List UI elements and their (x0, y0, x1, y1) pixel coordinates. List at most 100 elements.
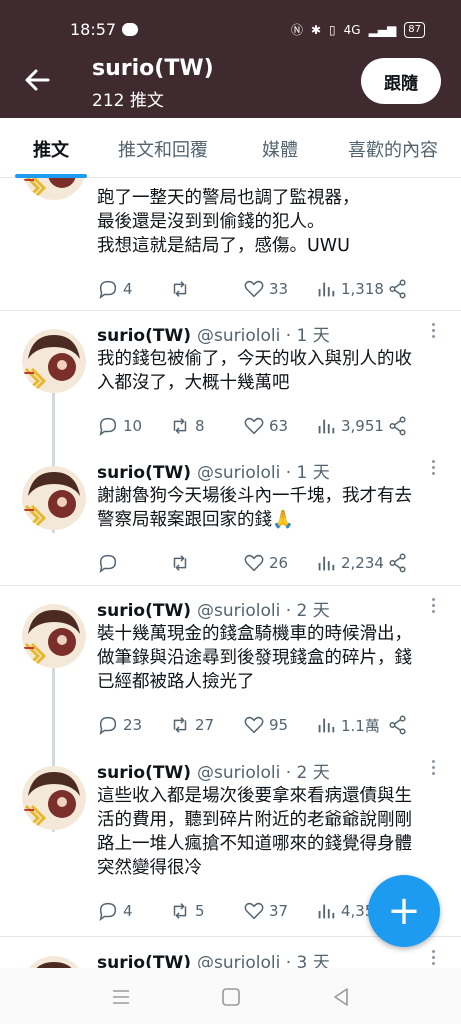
views-button[interactable]: 1,318 (315, 278, 384, 300)
reply-button[interactable]: 4 (97, 900, 133, 922)
reply-count: 4 (123, 280, 133, 298)
nfc-icon: Ⓝ (290, 23, 303, 37)
tweet-header[interactable]: surio(TW) @suriololi · 2 天 (97, 596, 330, 621)
avatar[interactable] (22, 329, 86, 393)
recent-apps-icon[interactable] (110, 986, 132, 1008)
tweet-text-line: 警察局報案跟回家的錢🙏 (97, 510, 294, 530)
more-options-icon[interactable] (430, 950, 438, 968)
tweet-text-line: 做筆錄與沿途尋到後發現錢盒的碎片，錢 (97, 648, 412, 668)
tweet-text-line: 我想這就是結局了，感傷。UWU (97, 236, 350, 256)
more-options-icon[interactable] (430, 760, 438, 778)
profile-tabs: 推文 推文和回覆 媒體 喜歡的內容 (0, 118, 461, 178)
views-button[interactable]: 2,234 (315, 552, 384, 574)
tweet-actions: 23 27 95 1.1萬 (97, 714, 442, 740)
views-button[interactable]: 1.1萬 (315, 714, 380, 736)
tweet-author-name[interactable]: surio(TW) (97, 326, 191, 346)
tweet-author-name[interactable]: surio(TW) (97, 601, 191, 621)
share-button[interactable] (387, 714, 409, 736)
more-options-icon[interactable] (430, 598, 438, 616)
tweet-header[interactable]: surio(TW) @suriololi · 2 天 (97, 758, 330, 783)
tweet-handle-time: @suriololi · 2 天 (197, 601, 330, 621)
tweet-actions: 26 2,234 (97, 552, 442, 578)
like-button[interactable]: 33 (243, 278, 288, 300)
share-button[interactable] (387, 278, 409, 300)
retweet-count: 8 (195, 417, 205, 435)
retweet-button[interactable] (169, 552, 195, 574)
tweet-text: 我的錢包被偷了，今天的收入與別人的收 入都沒了，大概十幾萬吧 (97, 347, 447, 395)
battery-level: 87 (408, 23, 421, 35)
follow-button[interactable]: 跟隨 (361, 58, 441, 104)
retweet-button[interactable]: 8 (169, 415, 205, 437)
like-count: 95 (269, 716, 289, 734)
share-button[interactable] (387, 415, 409, 437)
views-count: 1,318 (341, 280, 384, 298)
tweet-header[interactable]: surio(TW) @suriololi · 1 天 (97, 321, 330, 346)
more-options-icon[interactable] (430, 323, 438, 341)
tweet-author-name[interactable]: surio(TW) (97, 953, 191, 968)
like-button[interactable]: 95 (243, 714, 288, 736)
tweet-divider (0, 310, 461, 311)
tweet-text-line: 入都沒了，大概十幾萬吧 (97, 373, 290, 393)
share-button[interactable] (387, 552, 409, 574)
views-count: 2,234 (341, 554, 384, 572)
views-button[interactable]: 4,35 (315, 900, 374, 922)
tweet-text-line: 這些收入都是場次後要拿來看病還債與生 (97, 786, 412, 806)
avatar[interactable] (22, 766, 86, 830)
tab-posts-and-replies[interactable]: 推文和回覆 (118, 136, 208, 162)
tweet-text-line: 跑了一整天的警局也調了監視器， (97, 188, 360, 208)
tweet-text-line: 路上一堆人瘋搶不知道哪來的錢覺得身體 (97, 834, 412, 854)
status-icons: Ⓝ ✱ ▯ 4G ▂▄▆ 87 (291, 21, 425, 38)
views-button[interactable]: 3,951 (315, 415, 384, 437)
tweet-author-name[interactable]: surio(TW) (97, 763, 191, 783)
profile-header: 18:57 Ⓝ ✱ ▯ 4G ▂▄▆ 87 surio(TW) 212 推文 跟… (0, 0, 461, 118)
tweet-author-name[interactable]: surio(TW) (97, 463, 191, 483)
like-button[interactable]: 26 (243, 552, 288, 574)
tab-likes[interactable]: 喜歡的內容 (348, 136, 438, 162)
retweet-button[interactable]: 5 (169, 900, 205, 922)
chat-notification-icon (122, 23, 138, 36)
status-time: 18:57 (70, 20, 117, 39)
home-icon[interactable] (220, 986, 242, 1008)
vibrate-icon: ▯ (329, 22, 336, 37)
avatar[interactable] (22, 956, 86, 968)
compose-tweet-button[interactable]: + (368, 875, 440, 947)
tweet-text-line: 我的錢包被偷了，今天的收入與別人的收 (97, 349, 412, 369)
tab-media[interactable]: 媒體 (262, 136, 298, 162)
signal-icon: ▂▄▆ (368, 22, 397, 37)
avatar[interactable] (22, 178, 86, 200)
status-bar: 18:57 Ⓝ ✱ ▯ 4G ▂▄▆ 87 (0, 14, 461, 48)
tweet-text: 跑了一整天的警局也調了監視器， 最後還是沒到到偷錢的犯人。我想這就是結局了，感傷。… (97, 186, 447, 258)
like-count: 37 (269, 902, 289, 920)
reply-button[interactable]: 4 (97, 278, 133, 300)
back-arrow-icon[interactable] (22, 65, 52, 95)
post-count: 212 推文 (92, 91, 164, 111)
like-count: 26 (269, 554, 289, 572)
tweet-handle-time: @suriololi · 2 天 (197, 763, 330, 783)
retweet-button[interactable]: 27 (169, 714, 214, 736)
reply-button[interactable]: 10 (97, 415, 142, 437)
tweet-text-line: 活的費用，聽到碎片附近的老爺爺說剛剛 (97, 810, 412, 830)
tweet-feed[interactable]: 跑了一整天的警局也調了監視器， 最後還是沒到到偷錢的犯人。我想這就是結局了，感傷。… (0, 178, 461, 968)
system-nav-bar (0, 968, 461, 1024)
tweet-header[interactable]: surio(TW) @suriololi · 3 天 (97, 948, 330, 968)
like-button[interactable]: 63 (243, 415, 288, 437)
like-button[interactable]: 37 (243, 900, 288, 922)
more-options-icon[interactable] (430, 460, 438, 478)
avatar[interactable] (22, 604, 86, 668)
back-icon[interactable] (330, 986, 352, 1008)
tweet-text-line: 最後還是沒到到偷錢的犯人。 (97, 212, 325, 232)
tweet-header[interactable]: surio(TW) @suriololi · 1 天 (97, 458, 330, 483)
tweet-actions: 4 33 1,318 (97, 278, 442, 304)
retweet-button[interactable] (169, 278, 195, 300)
reply-count: 10 (123, 417, 143, 435)
tweet-handle-time: @suriololi · 3 天 (197, 953, 330, 968)
avatar[interactable] (22, 466, 86, 530)
reply-button[interactable]: 23 (97, 714, 142, 736)
tab-posts[interactable]: 推文 (33, 136, 69, 162)
like-count: 33 (269, 280, 289, 298)
tweet-text: 這些收入都是場次後要拿來看病還債與生 活的費用，聽到碎片附近的老爺爺說剛剛 路上一堆… (97, 784, 447, 880)
bluetooth-icon: ✱ (310, 22, 322, 37)
reply-count: 23 (123, 716, 143, 734)
views-count: 3,951 (341, 417, 384, 435)
reply-button[interactable] (97, 552, 123, 574)
